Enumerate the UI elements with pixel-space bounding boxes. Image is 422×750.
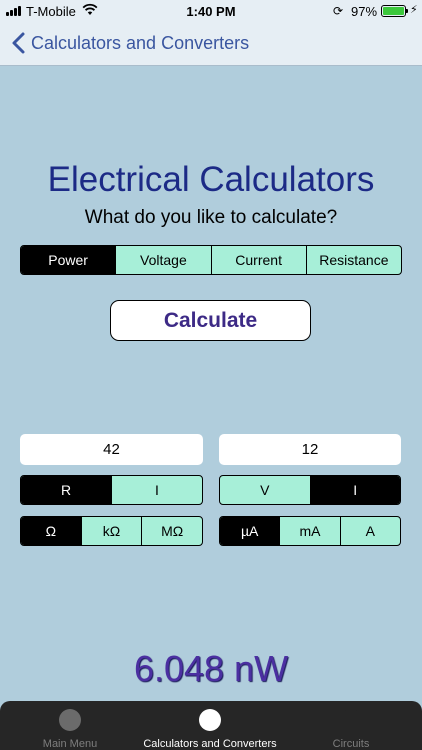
tab-circuits-label: Circuits: [332, 738, 370, 750]
orientation-lock-icon: ⟳: [333, 4, 344, 18]
result-display: 6.048 nW: [133, 648, 289, 689]
segment-resistance-r[interactable]: R: [21, 476, 111, 504]
segment-current[interactable]: Current: [210, 246, 306, 274]
tab-bar: Main Menu Calculators and Converters Cir…: [0, 701, 422, 750]
charging-icon: ⚡: [410, 4, 418, 16]
segment-unit-milliamp[interactable]: mA: [279, 517, 339, 545]
main-menu-icon: [59, 709, 81, 731]
segment-voltage[interactable]: Voltage: [115, 246, 210, 274]
back-button[interactable]: Calculators and Converters: [10, 30, 249, 56]
tab-main-menu-label: Main Menu: [42, 738, 98, 750]
segment-unit-megaohm[interactable]: MΩ: [141, 517, 202, 545]
tab-calculators-and-converters[interactable]: Calculators and Converters: [130, 701, 290, 750]
segment-current-i[interactable]: I: [309, 476, 400, 504]
left-unit-segmented-control: Ω kΩ MΩ: [20, 516, 203, 546]
battery-icon: [381, 5, 406, 17]
segment-unit-amp[interactable]: A: [339, 517, 400, 545]
tab-main-menu[interactable]: Main Menu: [20, 701, 120, 750]
right-quantity-segmented-control: V I: [219, 475, 401, 505]
segment-power[interactable]: Power: [21, 246, 116, 274]
page-title: Electrical Calculators: [47, 160, 375, 199]
right-unit-segmented-control: µA mA A: [219, 516, 401, 546]
tab-circuits[interactable]: Circuits: [311, 701, 391, 750]
tab-calculators-label: Calculators and Converters: [143, 738, 277, 750]
back-label: Calculators and Converters: [31, 32, 250, 53]
segment-resistance[interactable]: Resistance: [305, 246, 401, 274]
segment-voltage-v[interactable]: V: [220, 476, 310, 504]
chevron-left-icon: [12, 32, 25, 54]
segment-current-i[interactable]: I: [111, 476, 202, 504]
left-value-field[interactable]: 42: [20, 434, 203, 465]
mode-segmented-control: Power Voltage Current Resistance: [20, 245, 402, 275]
segment-unit-microamp[interactable]: µA: [220, 517, 280, 545]
status-bar: T-Mobile 1:40 PM ⟳ 97% ⚡: [0, 0, 422, 22]
page-subtitle: What do you like to calculate?: [84, 207, 338, 228]
left-quantity-segmented-control: R I: [20, 475, 203, 505]
battery-percentage: 97%: [351, 4, 378, 19]
calculators-icon: [199, 709, 221, 731]
segment-unit-ohm[interactable]: Ω: [21, 517, 81, 545]
circuits-icon: [340, 709, 362, 731]
right-value-field[interactable]: 12: [219, 434, 401, 465]
segment-unit-kiloohm[interactable]: kΩ: [80, 517, 142, 545]
calculate-button[interactable]: Calculate: [110, 300, 311, 341]
navigation-bar: T-Mobile 1:40 PM ⟳ 97% ⚡ Calculators and…: [0, 0, 422, 66]
